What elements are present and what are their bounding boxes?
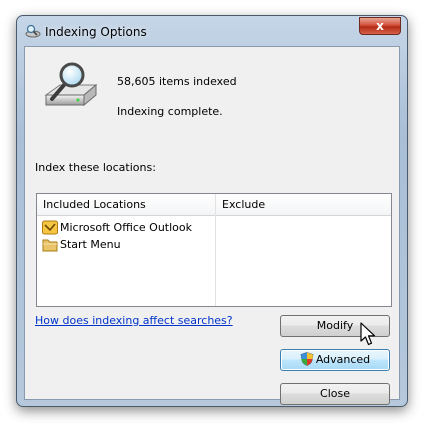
indexing-options-icon [25,24,41,38]
locations-label: Index these locations: [35,161,156,174]
window-title: Indexing Options [45,25,147,39]
location-name: Start Menu [60,238,121,251]
dialog-content: 58,605 items indexed Indexing complete. … [24,46,400,405]
close-window-button[interactable]: x [359,17,401,35]
column-divider [215,194,216,306]
uac-shield-icon [300,352,314,366]
advanced-button[interactable]: Advanced [280,349,390,371]
folder-icon [42,239,58,252]
mouse-cursor-icon [360,322,376,346]
close-button[interactable]: Close [280,383,390,405]
close-button-label: Close [320,387,350,400]
modify-button-label: Modify [316,319,354,332]
indexing-status: Indexing complete. [117,105,223,118]
outlook-icon [42,220,58,235]
indexing-help-link[interactable]: How does indexing affect searches? [35,314,233,327]
title-bar[interactable]: Indexing Options x [17,16,407,46]
items-indexed-count: 58,605 items indexed [117,75,237,88]
locations-list[interactable]: Included Locations Exclude Microsoft Off… [36,193,392,307]
indexed-drive-icon [44,62,98,107]
column-header-exclude[interactable]: Exclude [222,198,265,211]
indexing-options-window: Indexing Options x 58,605 items indexed … [16,15,408,407]
location-name: Microsoft Office Outlook [60,221,192,234]
list-header: Included Locations Exclude [37,194,391,216]
advanced-button-label: Advanced [315,353,371,366]
column-header-included[interactable]: Included Locations [43,198,146,211]
